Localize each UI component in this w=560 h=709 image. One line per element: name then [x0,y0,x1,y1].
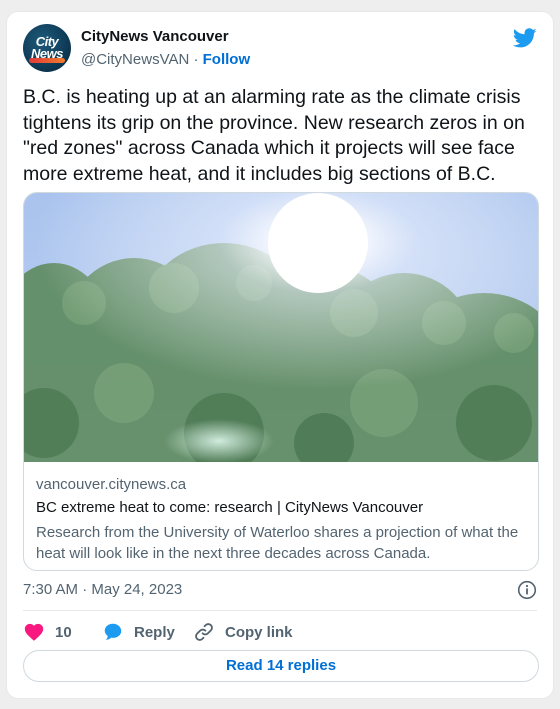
author-info: CityNews Vancouver @CityNewsVAN · Follow [81,27,250,70]
link-preview-card[interactable]: vancouver.citynews.ca BC extreme heat to… [23,192,539,571]
link-preview-meta: vancouver.citynews.ca BC extreme heat to… [36,475,526,564]
author-handle-line: @CityNewsVAN · Follow [81,50,250,70]
follow-button[interactable]: Follow [203,51,251,68]
copy-link-label: Copy link [225,623,293,641]
tweet-actions: 10 Reply Copy link [23,619,537,645]
link-description: Research from the University of Waterloo… [36,524,519,562]
link-domain: vancouver.citynews.ca [36,476,187,493]
info-icon[interactable] [517,580,537,600]
tweet-card: City News CityNews Vancouver @CityNewsVA… [6,11,554,699]
copy-link-button[interactable]: Copy link [193,619,293,645]
divider [23,610,537,611]
tweet-header: City News CityNews Vancouver @CityNewsVA… [23,24,537,72]
avatar[interactable]: City News [23,24,71,72]
timestamp-row: 7:30 AM · May 24, 2023 [23,578,537,602]
link-title: BC extreme heat to come: research | City… [36,499,424,516]
tweet-timestamp[interactable]: 7:30 AM · May 24, 2023 [23,581,182,598]
read-replies-button[interactable]: Read 14 replies [23,650,539,682]
author-display-name[interactable]: CityNews Vancouver [81,27,250,47]
like-count: 10 [55,623,72,641]
reply-bubble-icon [104,623,122,640]
reply-label: Reply [134,623,175,641]
handle-separator: · [189,51,203,68]
twitter-bird-icon[interactable] [513,26,537,50]
like-button[interactable]: 10 [23,619,72,645]
link-preview-image [24,193,538,462]
tweet-text: B.C. is heating up at an alarming rate a… [23,86,525,185]
author-handle[interactable]: @CityNewsVAN [81,51,189,68]
link-icon [195,623,213,641]
avatar-swoosh [29,58,65,63]
heart-icon [24,623,44,641]
reply-button[interactable]: Reply [102,619,175,645]
